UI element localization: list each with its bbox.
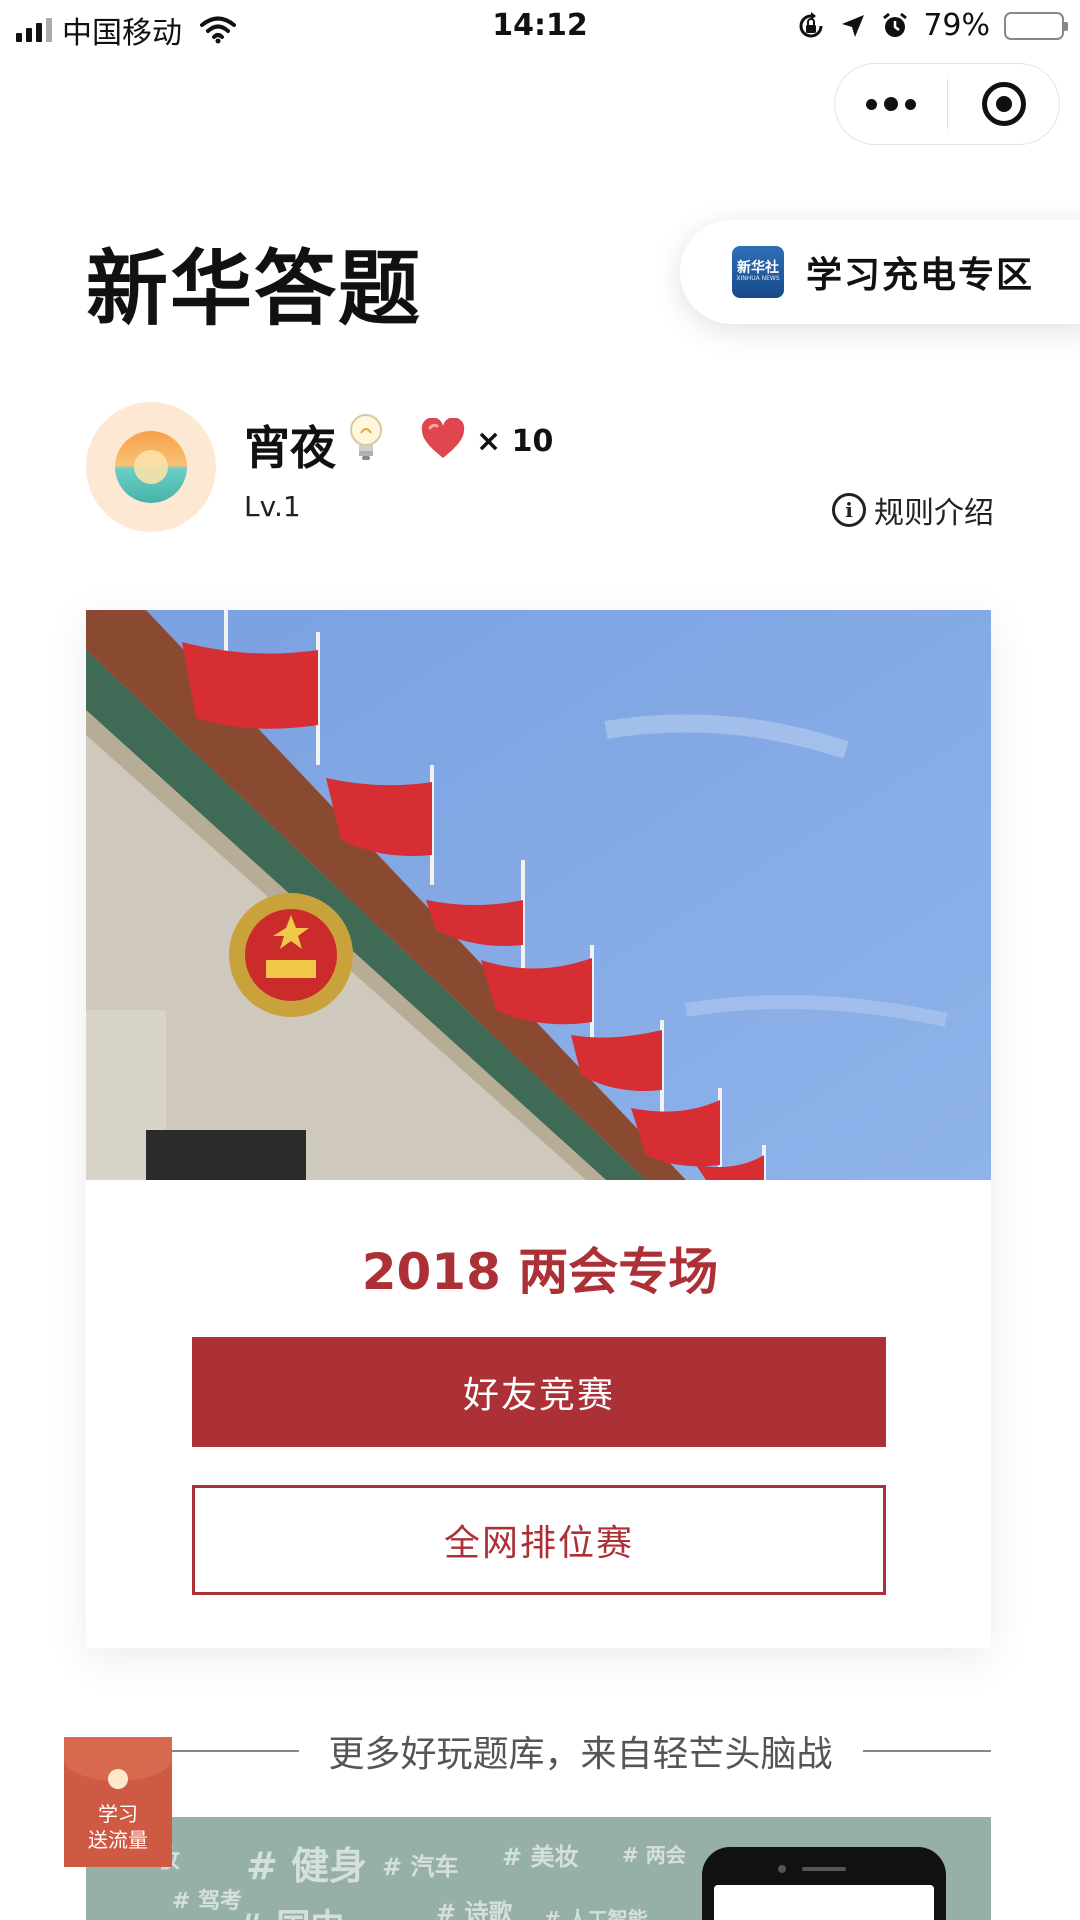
coin-icon (108, 1769, 128, 1789)
red-packet-line1: 学习 (98, 1802, 138, 1826)
more-icon[interactable] (835, 64, 947, 144)
banner-tag: # 诗歌 (436, 1899, 513, 1920)
rules-link[interactable]: i 规则介绍 (832, 488, 994, 532)
banner-tag: # 两会 (622, 1843, 686, 1867)
lightbulb-icon (350, 414, 382, 460)
battery-icon (1004, 11, 1068, 40)
status-bar: 中国移动 14:12 79% (0, 0, 1080, 54)
hero-image (86, 610, 991, 1180)
red-packet-line2: 送流量 (88, 1828, 148, 1852)
avatar[interactable] (86, 402, 216, 532)
red-packet-button[interactable]: 学习 送流量 (64, 1737, 172, 1867)
banner-tag: # 驾考 (172, 1889, 243, 1914)
xinhua-logo: 新华社 XINHUA NEWS (732, 246, 784, 298)
friend-competition-button[interactable]: 好友竞赛 (192, 1337, 886, 1447)
alarm-icon (883, 12, 908, 37)
divider-line-left (170, 1750, 299, 1752)
rules-label: 规则介绍 (874, 496, 994, 531)
lives-count: × 10 (476, 424, 554, 459)
battery-percent: 79% (923, 8, 990, 43)
location-icon (842, 14, 865, 37)
info-icon: i (832, 493, 866, 527)
rotation-lock-icon (799, 11, 823, 37)
divider-line-right (862, 1750, 992, 1752)
study-zone-button[interactable]: 新华社 XINHUA NEWS 学习充电专区 (680, 220, 1080, 324)
page-title: 新华答题 (86, 242, 423, 337)
banner-tag: # 人工智能 (544, 1907, 648, 1920)
banner-tag: # 汽车 (382, 1853, 459, 1881)
more-quizzes-text: 更多好玩题库，来自轻芒头脑战 (328, 1734, 833, 1775)
close-miniprogram-icon[interactable] (948, 64, 1059, 144)
more-quizzes-divider: 更多好玩题库，来自轻芒头脑战 (170, 1726, 992, 1776)
heart-icon (421, 418, 465, 458)
banner-tag: # 美妆 (502, 1843, 579, 1871)
status-right: 79% (797, 8, 1068, 43)
miniprogram-capsule (834, 63, 1060, 145)
banner-tag: # 国内 (236, 1899, 344, 1920)
ranked-match-button[interactable]: 全网排位赛 (192, 1485, 886, 1595)
event-title: 2018 两会专场 (361, 1243, 719, 1301)
user-name: 宵夜 (244, 421, 336, 475)
phone-illustration (702, 1847, 946, 1920)
study-zone-label: 学习充电专区 (806, 255, 1035, 296)
banner-tag: # 健身 (246, 1844, 368, 1888)
user-level: Lv.1 (244, 490, 301, 523)
quiz-library-banner[interactable]: 妆 # 健身 # 汽车 # 美妆 # 两会 # 驾考 # 诗歌 # 人工智能 #… (86, 1817, 991, 1920)
